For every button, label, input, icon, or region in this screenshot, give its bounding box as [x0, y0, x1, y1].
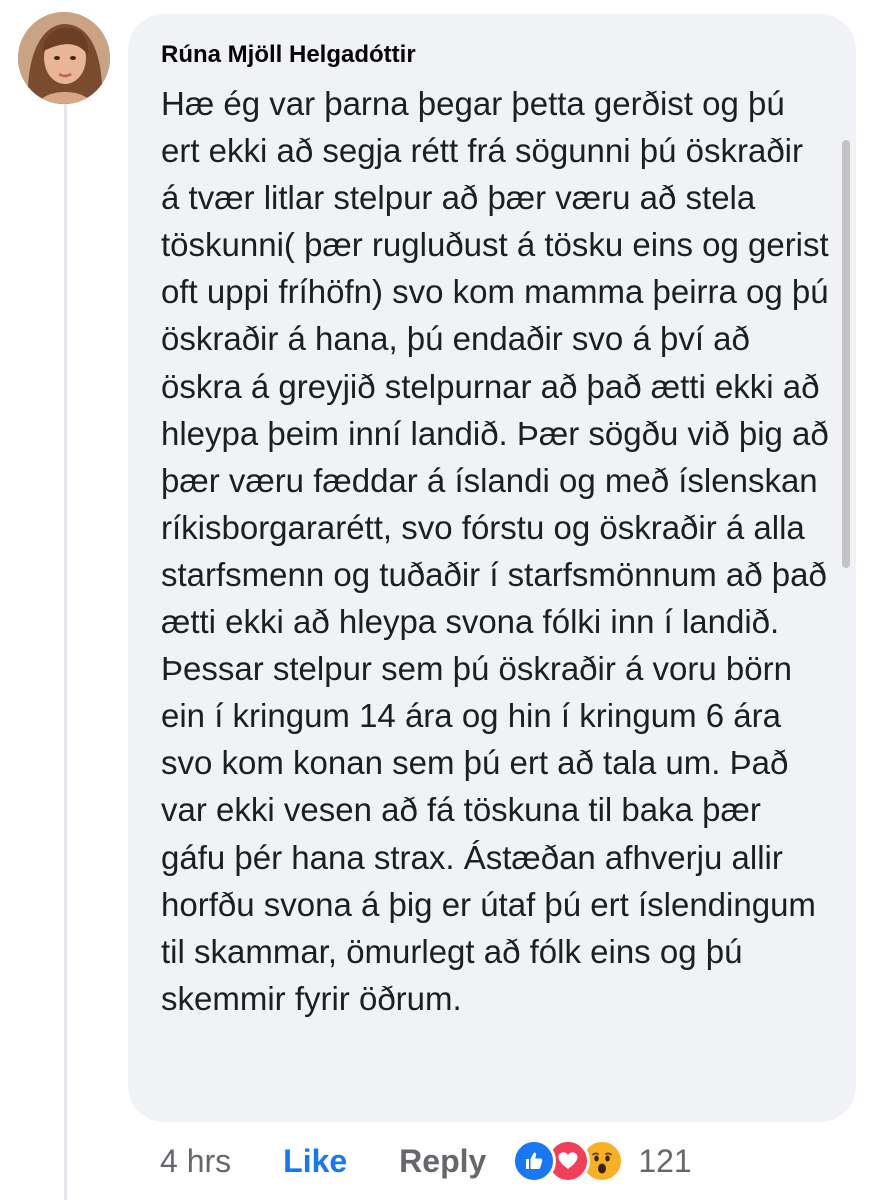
reaction-count: 121 — [638, 1142, 692, 1179]
comment-thread: Rúna Mjöll Helgadóttir Hæ ég var þarna þ… — [0, 0, 875, 1200]
scrollbar[interactable] — [842, 140, 850, 568]
reply-button[interactable]: Reply — [399, 1143, 486, 1180]
reactions-summary[interactable]: 121 — [512, 1139, 692, 1183]
comment-author-name[interactable]: Rúna Mjöll Helgadóttir — [161, 40, 826, 70]
comment-actions: 4 hrs Like Reply 121 — [160, 1138, 692, 1184]
like-button[interactable]: Like — [283, 1143, 347, 1180]
comment-timestamp[interactable]: 4 hrs — [160, 1143, 231, 1180]
comment-bubble: Rúna Mjöll Helgadóttir Hæ ég var þarna þ… — [128, 14, 856, 1122]
comment-text: Hæ ég var þarna þegar þetta gerðist og þ… — [161, 85, 829, 1017]
avatar[interactable] — [18, 12, 110, 104]
like-reaction-icon — [512, 1139, 557, 1183]
reaction-icons — [512, 1139, 625, 1183]
avatar-photo — [18, 12, 110, 104]
thread-line — [64, 102, 67, 1200]
